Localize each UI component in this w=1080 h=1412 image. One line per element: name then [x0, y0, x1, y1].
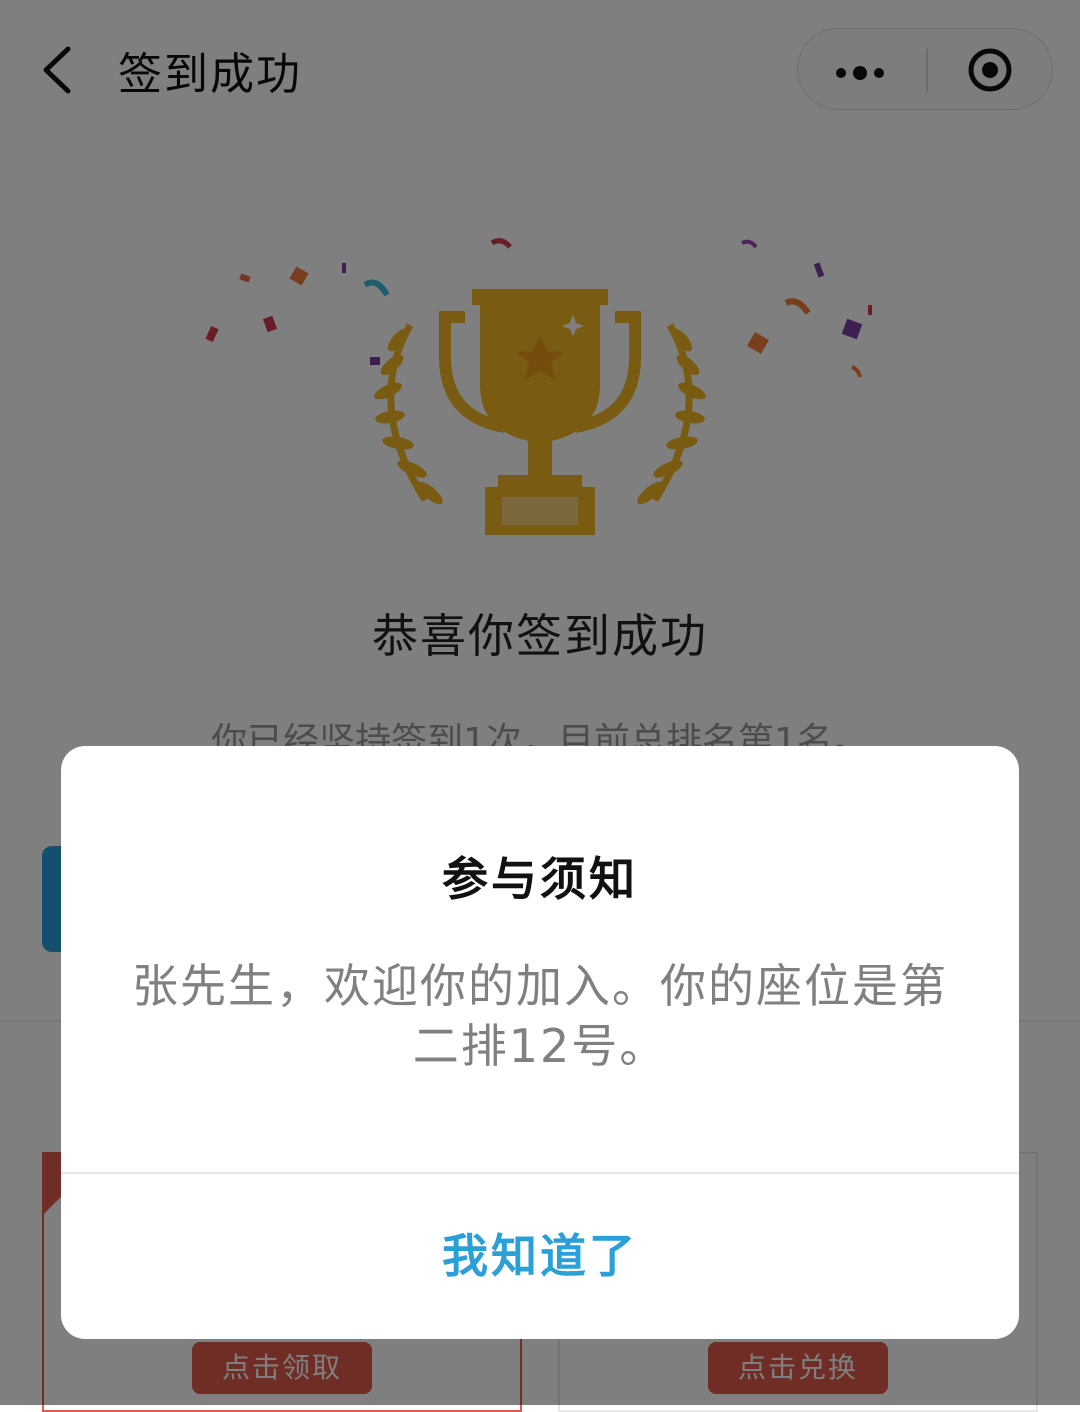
notice-dialog: 参与须知 张先生，欢迎你的加入。你的座位是第二排12号。 我知道了	[61, 746, 1019, 1339]
dialog-title: 参与须知	[442, 852, 638, 906]
dialog-content: 张先生，欢迎你的加入。你的座位是第二排12号。	[132, 959, 948, 1073]
confirm-button[interactable]: 我知道了	[61, 1174, 1019, 1339]
